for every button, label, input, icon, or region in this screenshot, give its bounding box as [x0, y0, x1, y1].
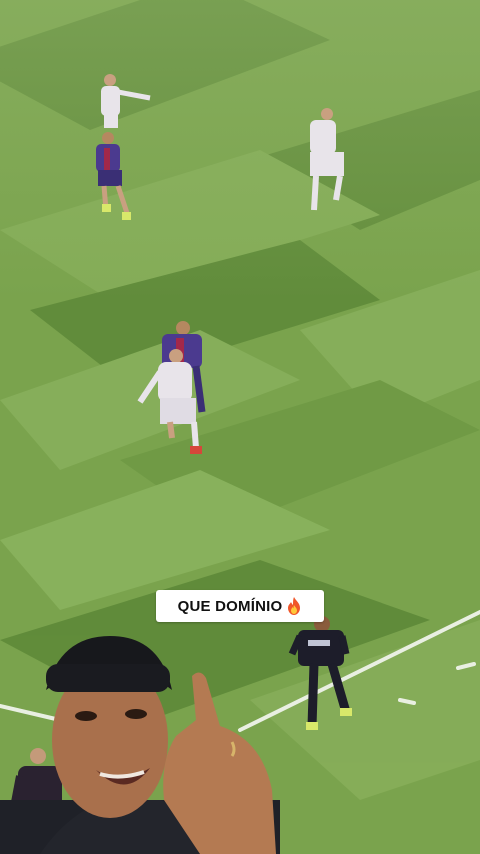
fire-icon — [286, 596, 302, 616]
caption-overlay: QUE DOMÍNIO — [156, 590, 324, 622]
video-frame: QUE DOMÍNIO — [0, 0, 480, 854]
football-pitch-scene — [0, 0, 480, 854]
caption-text: QUE DOMÍNIO — [177, 597, 283, 615]
